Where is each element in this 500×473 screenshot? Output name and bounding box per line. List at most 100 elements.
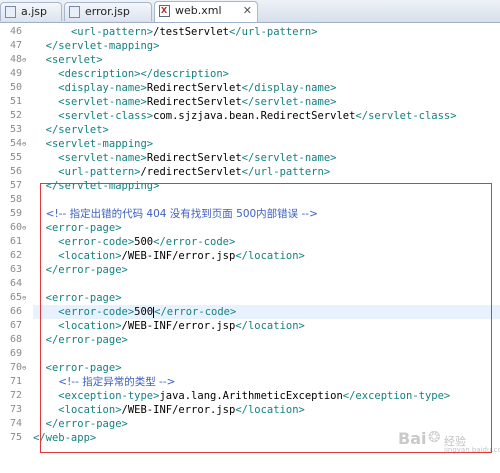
line-number: 53 xyxy=(9,124,22,135)
xml-tag: <url-pattern> xyxy=(58,166,141,178)
jsp-file-icon xyxy=(5,6,16,18)
line-number: 50 xyxy=(9,82,22,93)
line-number: 65 xyxy=(9,292,22,303)
line-number: 47 xyxy=(9,40,22,51)
line-number: 64 xyxy=(9,278,22,289)
xml-tag: <error-code> xyxy=(58,236,135,248)
xml-tag: </location> xyxy=(235,404,305,416)
xml-tag: </location> xyxy=(235,250,305,262)
tab-label: web.xml xyxy=(175,4,222,17)
editor-tab-bar: a.jsp error.jsp web.xml ✕ xyxy=(0,0,500,23)
line-number: 62 xyxy=(9,250,22,261)
close-icon[interactable]: ✕ xyxy=(243,2,252,20)
code-line-66-current: <error-code>500</error-code> xyxy=(33,305,500,319)
xml-comment: <!-- 指定出错的代码 404 没有找到页面 500内部错误 --> xyxy=(45,208,318,220)
xml-tag: <url-pattern> xyxy=(70,26,154,38)
code-line-52: <servlet-class>com.sjzjava.bean.Redirect… xyxy=(33,109,500,123)
xml-tag: <error-page> xyxy=(45,362,122,374)
xml-tag: </error-page> xyxy=(45,418,128,430)
xml-tag: </servlet-mapping> xyxy=(45,180,160,192)
xml-text: RedirectServlet xyxy=(146,152,242,164)
line-number: 70 xyxy=(9,362,22,373)
code-line-65: <error-page> xyxy=(33,291,500,305)
code-line-73: <location>/WEB-INF/error.jsp</location> xyxy=(33,403,500,417)
line-number: 72 xyxy=(9,390,22,401)
xml-tag: <exception-type> xyxy=(58,390,160,402)
fold-collapse-icon[interactable]: ⊖ xyxy=(22,137,26,151)
line-number: 68 xyxy=(9,334,22,345)
line-number: 54 xyxy=(9,138,22,149)
xml-tag: </error-page> xyxy=(45,264,128,276)
code-area[interactable]: <url-pattern>/testServlet</url-pattern> … xyxy=(33,23,500,473)
xml-tag: <location> xyxy=(58,404,122,416)
xml-file-icon xyxy=(159,2,170,20)
fold-collapse-icon[interactable]: ⊖ xyxy=(22,291,26,305)
line-number: 46 xyxy=(9,26,22,37)
xml-tag: <servlet-class> xyxy=(58,110,154,122)
line-number: 51 xyxy=(9,96,22,107)
line-number: 55 xyxy=(9,152,22,163)
line-number: 66 xyxy=(9,306,22,317)
line-number: 75 xyxy=(9,432,22,443)
tab-a-jsp[interactable]: a.jsp xyxy=(0,2,62,21)
fold-collapse-icon[interactable]: ⊖ xyxy=(22,221,26,235)
fold-collapse-icon[interactable]: ⊖ xyxy=(22,361,26,375)
line-number-gutter: 46 47 48 49 50 51 52 53 54 55 56 57 58 5… xyxy=(0,23,30,473)
code-line-62: <location>/WEB-INF/error.jsp</location> xyxy=(33,249,500,263)
code-line-59: <!-- 指定出错的代码 404 没有找到页面 500内部错误 --> xyxy=(33,207,500,221)
xml-text: /testServlet xyxy=(153,26,229,38)
xml-tag: <servlet> xyxy=(45,54,103,66)
xml-text: RedirectServlet xyxy=(146,82,242,94)
xml-tag: </servlet-name> xyxy=(241,96,337,108)
code-line-61: <error-code>500</error-code> xyxy=(33,235,500,249)
line-number: 48 xyxy=(9,54,22,65)
xml-editor[interactable]: 46 47 48 49 50 51 52 53 54 55 56 57 58 5… xyxy=(0,23,500,473)
watermark-brand: Bai xyxy=(398,429,427,448)
code-line-49: <description></description> xyxy=(33,67,500,81)
line-number: 71 xyxy=(9,376,22,387)
xml-text: 500 xyxy=(134,306,154,318)
xml-tag: </web-app> xyxy=(33,432,97,444)
code-line-48: <servlet> xyxy=(33,53,500,67)
xml-tag: </error-code> xyxy=(154,306,237,318)
tab-error-jsp[interactable]: error.jsp xyxy=(64,2,152,21)
xml-tag: </servlet-class> xyxy=(355,110,457,122)
fold-collapse-icon[interactable]: ⊖ xyxy=(22,53,26,67)
line-number: 56 xyxy=(9,166,22,177)
xml-tag: </servlet-mapping> xyxy=(45,40,160,52)
code-line-60: <error-page> xyxy=(33,221,500,235)
xml-tag: <location> xyxy=(58,320,122,332)
xml-comment: <!-- 指定异常的类型 --> xyxy=(58,376,176,388)
xml-text: com.sjzjava.bean.RedirectServlet xyxy=(153,110,356,122)
xml-text: 500 xyxy=(134,236,154,248)
xml-tag: </exception-type> xyxy=(342,390,451,402)
xml-tag: <servlet-name> xyxy=(58,152,147,164)
paw-icon: ❂ xyxy=(428,428,441,446)
tab-label: a.jsp xyxy=(21,5,48,18)
line-number: 52 xyxy=(9,110,22,121)
xml-text: /redirectServlet xyxy=(140,166,242,178)
xml-text: /WEB-INF/error.jsp xyxy=(121,404,236,416)
xml-tag: <error-page> xyxy=(45,222,122,234)
code-line-46: <url-pattern>/testServlet</url-pattern> xyxy=(33,25,500,39)
code-line-57: </servlet-mapping> xyxy=(33,179,500,193)
line-number: 60 xyxy=(9,222,22,233)
xml-tag: </error-page> xyxy=(45,334,128,346)
code-line-56: <url-pattern>/redirectServlet</url-patte… xyxy=(33,165,500,179)
xml-tag: <servlet-name> xyxy=(58,96,147,108)
code-line-71: <!-- 指定异常的类型 --> xyxy=(33,375,500,389)
code-line-67: <location>/WEB-INF/error.jsp</location> xyxy=(33,319,500,333)
xml-tag: </location> xyxy=(235,320,305,332)
watermark-url: jingyan.baidu.com xyxy=(444,446,500,454)
line-number: 69 xyxy=(9,348,22,359)
tab-web-xml[interactable]: web.xml ✕ xyxy=(154,1,258,22)
code-line-72: <exception-type>java.lang.ArithmeticExce… xyxy=(33,389,500,403)
xml-text: RedirectServlet xyxy=(146,96,242,108)
xml-tag: <error-page> xyxy=(45,292,122,304)
jsp-file-icon xyxy=(69,6,80,18)
line-number: 49 xyxy=(9,68,22,79)
baidu-watermark: Bai ❂ 经验 jingyan.baidu.com xyxy=(398,427,500,457)
